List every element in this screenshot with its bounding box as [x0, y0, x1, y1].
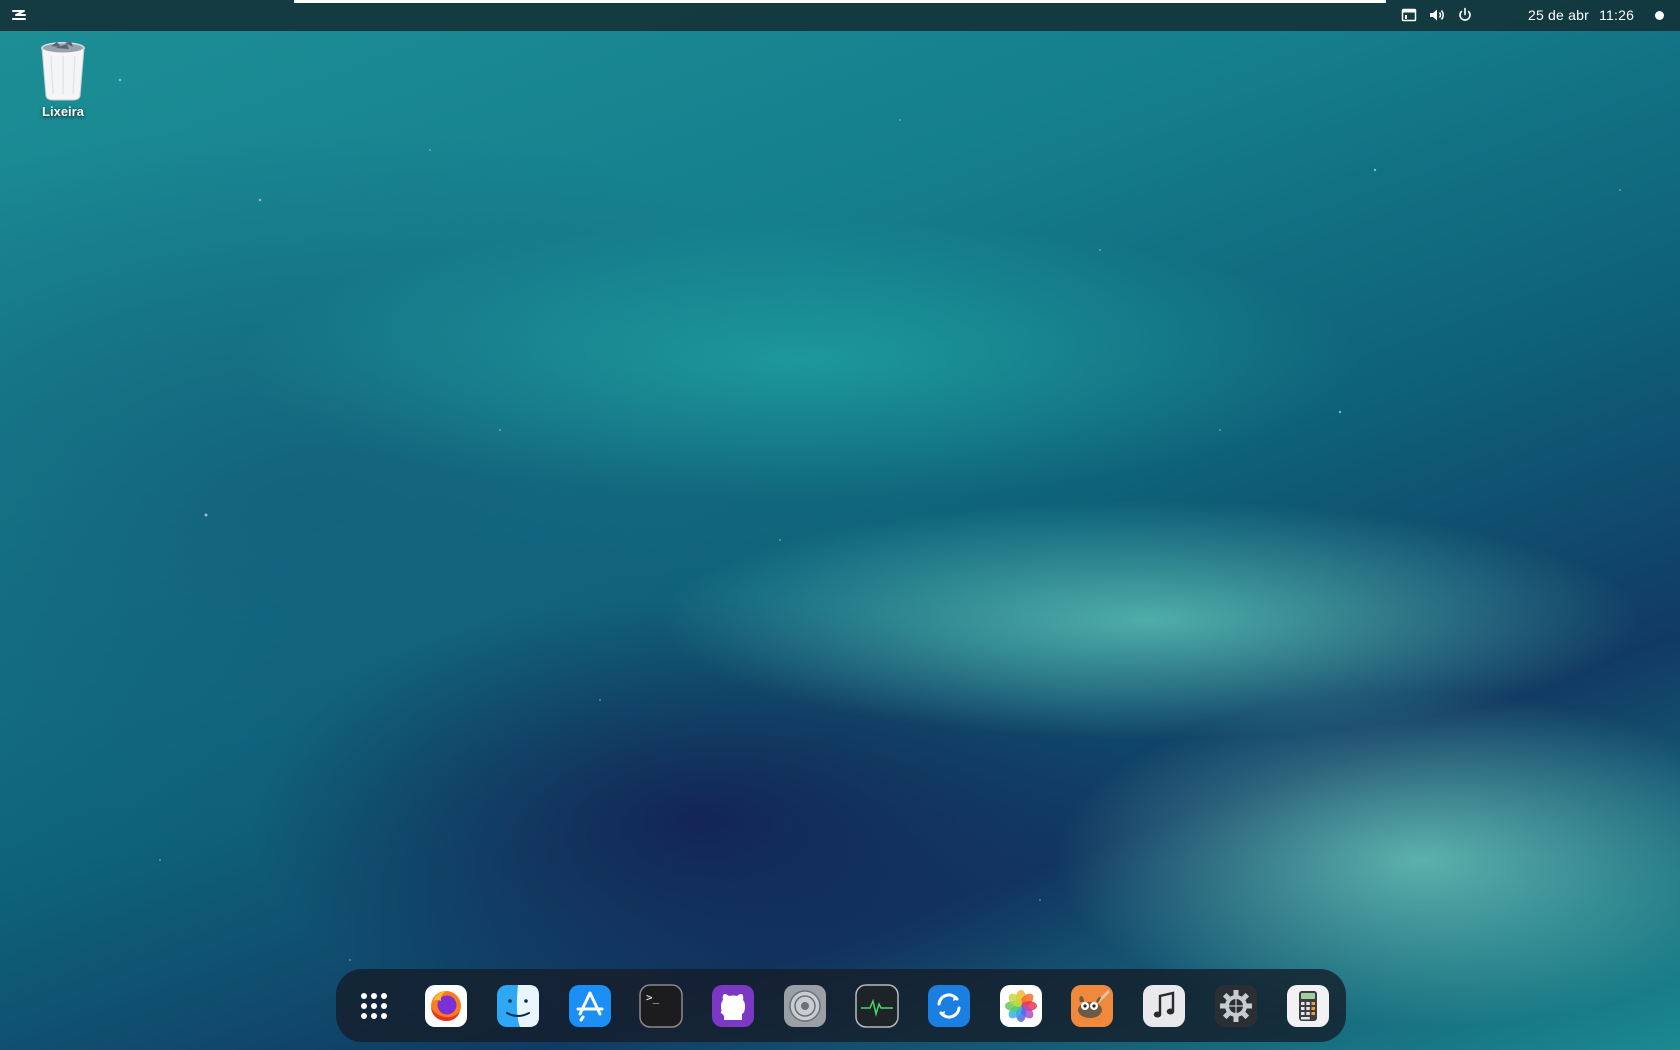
- top-bar: 25 de abr 11:26: [0, 0, 1680, 31]
- firefox-icon: [424, 984, 467, 1027]
- volume-icon[interactable]: [1428, 6, 1446, 24]
- desktop-item-trash[interactable]: Lixeira: [32, 38, 94, 122]
- dock-item-software-update[interactable]: [927, 984, 971, 1028]
- show-apps-button[interactable]: [352, 984, 396, 1028]
- dock-item-calculator[interactable]: [1286, 984, 1330, 1028]
- terminal-prompt: >_: [646, 991, 660, 1004]
- update-icon: [927, 984, 970, 1027]
- clock[interactable]: 25 de abr 11:26: [1528, 7, 1634, 25]
- clock-time: 11:26: [1599, 7, 1635, 23]
- disk-icon: [784, 984, 827, 1027]
- notification-dot-icon[interactable]: [1655, 11, 1664, 20]
- dock-item-github[interactable]: [711, 984, 755, 1028]
- dock-item-terminal[interactable]: >_: [639, 983, 684, 1028]
- dock-item-disks[interactable]: [783, 984, 827, 1028]
- photos-icon: [999, 984, 1042, 1027]
- dock-item-gimp[interactable]: [1070, 984, 1114, 1028]
- terminal-icon: >_: [639, 983, 684, 1028]
- dock-item-settings[interactable]: [1214, 984, 1258, 1028]
- calculator-icon: [1286, 984, 1329, 1027]
- dock-item-firefox[interactable]: [424, 984, 468, 1028]
- app-store-icon: [568, 984, 611, 1027]
- finder-icon: [496, 984, 539, 1027]
- dock-item-system-monitor[interactable]: [855, 983, 899, 1028]
- trash-icon: [41, 41, 85, 101]
- wallpaper-stars: [0, 0, 1680, 1050]
- app-grid-icon: [361, 992, 387, 1019]
- dock-item-photos[interactable]: [999, 984, 1043, 1028]
- gimp-icon: [1071, 984, 1114, 1027]
- dock-item-finder[interactable]: [496, 984, 540, 1028]
- activities-menu-icon[interactable]: [10, 7, 28, 23]
- power-icon[interactable]: [1456, 6, 1474, 24]
- settings-gear-icon: [1215, 984, 1258, 1027]
- clock-date: 25 de abr: [1528, 7, 1589, 23]
- dock-item-app-store[interactable]: [568, 984, 612, 1028]
- github-icon: [712, 984, 755, 1027]
- active-window-strip: [294, 0, 1386, 3]
- desktop-item-label: Lixeira: [42, 104, 84, 119]
- dock-item-music[interactable]: [1142, 984, 1186, 1028]
- dock: >_: [336, 969, 1346, 1042]
- window-icon[interactable]: [1400, 6, 1418, 24]
- activity-monitor-icon: [855, 983, 899, 1028]
- music-icon: [1143, 984, 1186, 1027]
